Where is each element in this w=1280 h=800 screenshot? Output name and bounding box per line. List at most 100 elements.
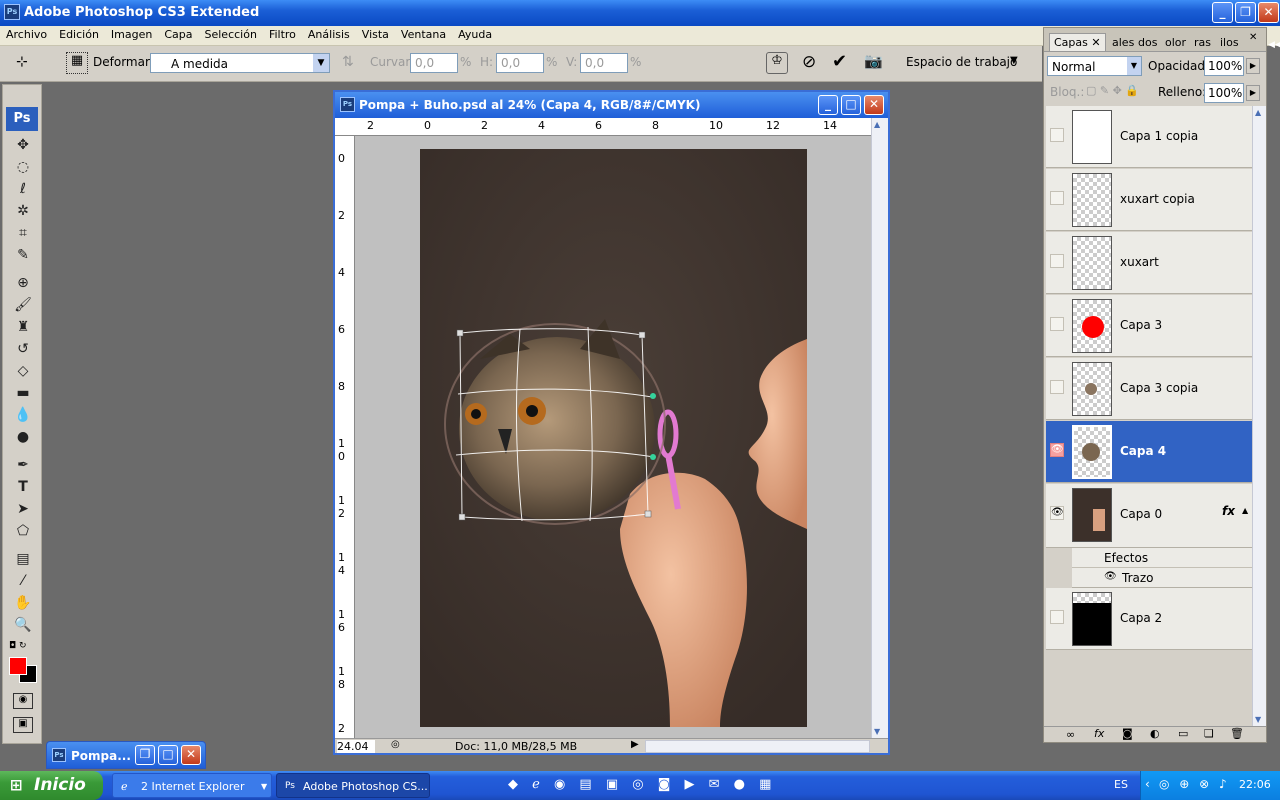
scroll-up-icon[interactable]: ▲ [874, 120, 880, 129]
layer-style-icon[interactable]: fx [1094, 727, 1104, 740]
tray-icons[interactable]: ◎ ⊕ ⊗ ♪ [1159, 777, 1230, 791]
layers-scrollbar[interactable]: ▲ ▼ [1252, 106, 1266, 726]
taskbar-photoshop-button[interactable]: Ps Adobe Photoshop CS... [276, 773, 430, 798]
maximize-button[interactable]: □ [158, 745, 178, 765]
brush-tool-icon[interactable]: 🖌 [11, 295, 35, 315]
crop-tool-icon[interactable]: ⌗ [11, 223, 35, 243]
layer-row[interactable]: 👁 Capa 0 fx ▲ [1046, 484, 1252, 548]
status-options-icon[interactable]: ◎ [391, 739, 400, 750]
taskbar-ie-button[interactable]: ℯ 2 Internet Explorer ▼ [112, 773, 272, 798]
start-button[interactable]: ⊞ Inicio [0, 771, 103, 800]
dodge-tool-icon[interactable]: ● [11, 427, 35, 447]
adjustment-layer-icon[interactable]: ◐ [1150, 727, 1160, 740]
maximize-button[interactable]: ❐ [1235, 2, 1256, 23]
horizontal-scrollbar[interactable] [645, 740, 870, 753]
stamp-tool-icon[interactable]: ♜ [11, 317, 35, 337]
tab-color[interactable]: olor [1165, 36, 1186, 49]
layer-row[interactable]: Capa 1 copia [1046, 106, 1252, 168]
doc-close-button[interactable]: ✕ [864, 95, 884, 115]
layer-row[interactable]: Capa 3 [1046, 295, 1252, 357]
doc-minimize-button[interactable]: _ [818, 95, 838, 115]
menu-ventana[interactable]: Ventana [395, 26, 452, 41]
screen-mode-icon[interactable]: ▣ [13, 717, 33, 733]
doc-maximize-button[interactable]: □ [841, 95, 861, 115]
minimized-document[interactable]: Ps Pompa... ❐ □ ✕ [46, 741, 206, 769]
visibility-toggle[interactable] [1050, 610, 1064, 624]
scroll-down-icon[interactable]: ▼ [874, 727, 880, 736]
restore-button[interactable]: ❐ [135, 745, 155, 765]
vertical-scrollbar[interactable]: ▲ ▼ [871, 118, 888, 738]
scroll-up-icon[interactable]: ▲ [1255, 108, 1261, 117]
panel-collapse-icon[interactable]: ◀◀ [1268, 40, 1280, 70]
default-colors-icon[interactable]: ◘ ↻ [9, 641, 27, 651]
opacity-input[interactable]: 100% [1204, 56, 1244, 76]
canvas-image[interactable] [420, 149, 807, 727]
scroll-down-icon[interactable]: ▼ [1255, 715, 1261, 724]
language-indicator[interactable]: ES [1114, 778, 1128, 791]
lasso-tool-icon[interactable]: ℓ [11, 179, 35, 199]
pen-tool-icon[interactable]: ✒ [11, 455, 35, 475]
menu-capa[interactable]: Capa [158, 26, 198, 41]
fill-slider-arrow-icon[interactable]: ▶ [1246, 85, 1260, 101]
eraser-tool-icon[interactable]: ◇ [11, 361, 35, 381]
workspace-chevron-icon[interactable]: ▼ [1010, 55, 1018, 66]
tray-expand-icon[interactable]: ‹ [1145, 777, 1150, 791]
layer-mask-icon[interactable]: ◙ [1122, 727, 1133, 740]
opacity-slider-arrow-icon[interactable]: ▶ [1246, 58, 1260, 74]
layer-row[interactable]: Capa 2 [1046, 588, 1252, 650]
menu-vista[interactable]: Vista [356, 26, 395, 41]
menu-archivo[interactable]: Archivo [0, 26, 53, 41]
zoom-field[interactable]: 24.04 [337, 740, 375, 753]
close-button[interactable]: ✕ [181, 745, 201, 765]
hand-tool-icon[interactable]: ✋ [11, 593, 35, 613]
visibility-toggle[interactable] [1050, 191, 1064, 205]
quick-launch-icons[interactable]: ◆ ℯ ◉ ▤ ▣ ◎ ◙ ▶ ✉ ● ▦ [508, 777, 776, 792]
menu-ayuda[interactable]: Ayuda [452, 26, 498, 41]
magic-wand-tool-icon[interactable]: ✲ [11, 201, 35, 221]
h-input[interactable]: 0,0 [496, 53, 544, 73]
chevron-down-icon[interactable]: ▼ [313, 54, 329, 72]
new-group-icon[interactable]: ▭ [1178, 727, 1188, 740]
cancel-transform-icon[interactable]: ⊘ [802, 52, 816, 72]
visibility-toggle[interactable] [1050, 254, 1064, 268]
slice-tool-icon[interactable]: ✎ [11, 245, 35, 265]
new-layer-icon[interactable]: ❏ [1204, 727, 1214, 740]
commit-transform-icon[interactable]: ✔ [832, 51, 847, 72]
curve-input[interactable]: 0,0 [410, 53, 458, 73]
tab-canales[interactable]: ales [1112, 36, 1134, 49]
deform-select[interactable]: A medida ▼ [150, 53, 330, 73]
eye-icon[interactable]: 👁 [1050, 443, 1064, 457]
layer-row[interactable]: xuxart [1046, 232, 1252, 294]
mode-toggle-icon[interactable]: ♔ [766, 52, 788, 74]
menu-filtro[interactable]: Filtro [263, 26, 302, 41]
gradient-tool-icon[interactable]: ▬ [11, 383, 35, 403]
workspace-menu[interactable]: Espacio de trabajo [906, 55, 1017, 69]
foreground-color-swatch[interactable] [9, 657, 27, 675]
visibility-toggle[interactable] [1050, 380, 1064, 394]
menu-analisis[interactable]: Análisis [302, 26, 356, 41]
quick-mask-icon[interactable]: ◉ [13, 693, 33, 709]
menu-imagen[interactable]: Imagen [105, 26, 158, 41]
minimize-button[interactable]: _ [1212, 2, 1233, 23]
lock-icons[interactable]: ▢ ✎ ✥ 🔒 [1086, 84, 1139, 97]
tab-capas[interactable]: Capas ✕ [1049, 33, 1106, 51]
fill-input[interactable]: 100% [1204, 83, 1244, 103]
effects-row[interactable]: Efectos [1072, 548, 1252, 568]
tab-estilos[interactable]: ilos [1220, 36, 1239, 49]
menu-edicion[interactable]: Edición [53, 26, 105, 41]
orientation-icon[interactable]: ⇅ [342, 54, 354, 70]
layer-row[interactable]: Capa 3 copia [1046, 358, 1252, 420]
eye-icon[interactable]: 👁 [1104, 571, 1117, 582]
marquee-tool-icon[interactable]: ◌ [11, 157, 35, 177]
canvas-area[interactable] [355, 136, 871, 738]
type-tool-icon[interactable]: T [11, 477, 35, 497]
transform-tool-icon[interactable]: ⊹ [16, 54, 38, 74]
status-menu-arrow-icon[interactable]: ▶ [631, 739, 639, 750]
blur-tool-icon[interactable]: 💧 [11, 405, 35, 425]
eye-icon[interactable]: 👁 [1050, 506, 1064, 520]
path-selection-tool-icon[interactable]: ➤ [11, 499, 35, 519]
notes-tool-icon[interactable]: ▤ [11, 549, 35, 569]
blend-mode-select[interactable]: Normal ▼ [1047, 56, 1142, 76]
v-input[interactable]: 0,0 [580, 53, 628, 73]
history-brush-tool-icon[interactable]: ↺ [11, 339, 35, 359]
